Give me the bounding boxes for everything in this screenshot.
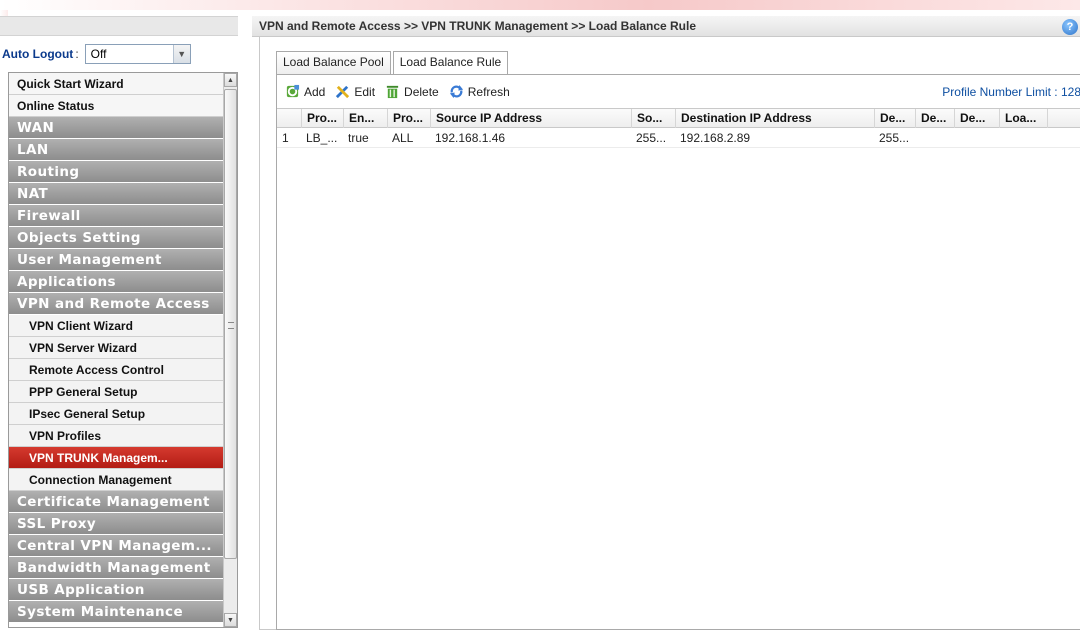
content-area: Load Balance Pool Load Balance Rule Add: [259, 37, 1080, 630]
add-icon: [286, 84, 300, 98]
top-banner-strip: [0, 0, 1080, 10]
column-header[interactable]: [1047, 109, 1080, 128]
sidebar-item-certificate-management[interactable]: Certificate Management: [9, 491, 223, 513]
column-header[interactable]: So...: [631, 109, 675, 128]
table-cell: 255...: [879, 131, 910, 145]
column-header[interactable]: Source IP Address: [430, 109, 631, 128]
sidebar-item-remote-access-control[interactable]: Remote Access Control: [9, 359, 223, 381]
table-cell: [999, 128, 1047, 148]
sidebar-item-system-maintenance[interactable]: System Maintenance: [9, 601, 223, 623]
grip-icon: [228, 322, 234, 329]
table-cell: true: [348, 131, 369, 145]
sidebar-item-ppp-general-setup[interactable]: PPP General Setup: [9, 381, 223, 403]
sidebar-item-online-status[interactable]: Online Status: [9, 95, 223, 117]
scrollbar-thumb[interactable]: [224, 89, 237, 559]
sidebar-item-vpn-trunk-managem[interactable]: VPN TRUNK Managem...: [9, 447, 223, 469]
breadcrumb-bar: VPN and Remote Access >> VPN TRUNK Manag…: [252, 16, 1080, 37]
sidebar-item-bandwidth-management[interactable]: Bandwidth Management: [9, 557, 223, 579]
rule-grid-panel: Add Edit Delete Refresh Profile Number L…: [276, 74, 1080, 630]
column-header[interactable]: De...: [915, 109, 954, 128]
column-header[interactable]: De...: [874, 109, 915, 128]
sidebar-item-firewall[interactable]: Firewall: [9, 205, 223, 227]
edit-button[interactable]: Edit: [335, 84, 375, 99]
column-header[interactable]: De...: [954, 109, 999, 128]
add-label: Add: [304, 84, 326, 99]
sidebar-item-wan[interactable]: WAN: [9, 117, 223, 139]
refresh-button[interactable]: Refresh: [449, 84, 510, 99]
column-header[interactable]: Pro...: [301, 109, 343, 128]
column-header[interactable]: En...: [343, 109, 387, 128]
refresh-label: Refresh: [467, 84, 510, 99]
sidebar-item-nat[interactable]: NAT: [9, 183, 223, 205]
tab-load-balance-rule[interactable]: Load Balance Rule: [392, 51, 509, 75]
table-cell: 192.168.1.46: [435, 131, 506, 145]
main-menu: Quick Start Wizard Online Status WAN LAN Rou…: [8, 72, 238, 628]
breadcrumb: VPN and Remote Access >> VPN TRUNK Manag…: [259, 19, 697, 33]
delete-button[interactable]: Delete: [385, 84, 439, 99]
sidebar-item-lan[interactable]: LAN: [9, 139, 223, 161]
column-header-index: [277, 109, 301, 128]
sidebar-item-vpn-profiles[interactable]: VPN Profiles: [9, 425, 223, 447]
column-header[interactable]: Loa...: [999, 109, 1047, 128]
sidebar-item-vpn-server-wizard[interactable]: VPN Server Wizard: [9, 337, 223, 359]
table-cell: 1: [282, 131, 289, 145]
tab-load-balance-pool[interactable]: Load Balance Pool: [276, 51, 391, 74]
table-cell: [915, 128, 954, 148]
scroll-down-icon[interactable]: ▼: [224, 613, 237, 627]
auto-logout-colon: :: [75, 47, 79, 61]
auto-logout-select[interactable]: Off ▼: [84, 44, 191, 64]
delete-label: Delete: [404, 84, 439, 99]
auto-logout-value: Off: [90, 47, 107, 61]
sidebar-header: [0, 16, 238, 36]
auto-logout-row: Auto Logout : Off ▼: [0, 36, 238, 72]
edit-label: Edit: [354, 84, 376, 99]
sidebar: Auto Logout : Off ▼ Quick Start Wizard On…: [0, 16, 238, 630]
sidebar-item-quick-start-wizard[interactable]: Quick Start Wizard: [9, 73, 223, 95]
menu-scrollbar[interactable]: ▲ ▼: [223, 73, 237, 627]
sidebar-item-connection-management[interactable]: Connection Management: [9, 469, 223, 491]
grid-header: Pro... En... Pro... Source IP Address So... D…: [277, 108, 1080, 128]
table-cell: LB_...: [306, 131, 338, 145]
tab-bar: Load Balance Pool Load Balance Rule: [276, 51, 509, 75]
column-header[interactable]: Pro...: [387, 109, 430, 128]
table-cell: [954, 128, 999, 148]
sidebar-item-vpn-and-remote-access[interactable]: VPN and Remote Access: [9, 293, 223, 315]
help-icon[interactable]: ?: [1062, 19, 1078, 35]
table-row[interactable]: 1 LB_... true ALL 192.168.1.46 255... 192.168.…: [277, 128, 1080, 148]
sidebar-item-vpn-client-wizard[interactable]: VPN Client Wizard: [9, 315, 223, 337]
menu-list: Quick Start Wizard Online Status WAN LAN Rou…: [9, 73, 223, 623]
table-cell: 255...: [636, 131, 667, 145]
table-cell: ALL: [392, 131, 414, 145]
main-panel: VPN and Remote Access >> VPN TRUNK Manag…: [252, 16, 1080, 630]
sidebar-item-applications[interactable]: Applications: [9, 271, 223, 293]
sidebar-item-ssl-proxy[interactable]: SSL Proxy: [9, 513, 223, 535]
sidebar-item-routing[interactable]: Routing: [9, 161, 223, 183]
sidebar-item-usb-application[interactable]: USB Application: [9, 579, 223, 601]
chevron-down-icon[interactable]: ▼: [172, 45, 190, 63]
scroll-up-icon[interactable]: ▲: [224, 73, 237, 87]
sidebar-item-ipsec-general-setup[interactable]: IPsec General Setup: [9, 403, 223, 425]
grid-toolbar: Add Edit Delete Refresh Profile Number L…: [277, 75, 1080, 108]
sidebar-item-objects-setting[interactable]: Objects Setting: [9, 227, 223, 249]
table-cell: 192.168.2.89: [680, 131, 751, 145]
sidebar-item-central-vpn-managem[interactable]: Central VPN Managem...: [9, 535, 223, 557]
trash-icon: [386, 85, 399, 99]
sidebar-item-user-management[interactable]: User Management: [9, 249, 223, 271]
column-header[interactable]: Destination IP Address: [675, 109, 874, 128]
auto-logout-label: Auto Logout: [2, 47, 74, 61]
profile-limit-text: Profile Number Limit : 128: [942, 85, 1080, 99]
add-button[interactable]: Add: [285, 84, 325, 99]
refresh-icon: [449, 84, 463, 99]
edit-icon: [336, 85, 350, 99]
